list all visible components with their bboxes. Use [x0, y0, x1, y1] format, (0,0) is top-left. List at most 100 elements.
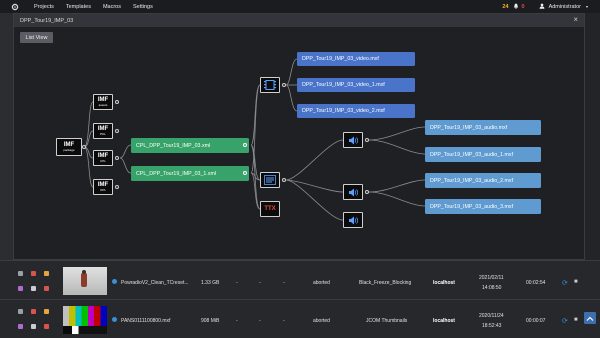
col-value: - [283, 318, 285, 324]
top-nav-bar: Projects Templates Macros Settings 24 0 … [0, 0, 600, 13]
node-sublabel: assets [98, 103, 108, 107]
warning-count-badge[interactable]: 24 [502, 4, 508, 10]
audio-file-node[interactable]: DPP_Tour19_IMP_03_audio.mxf [425, 120, 541, 135]
file-icon[interactable] [18, 271, 23, 276]
expand-toggle[interactable] [115, 129, 119, 133]
image-icon[interactable] [18, 286, 23, 291]
expand-toggle[interactable] [243, 143, 247, 147]
col-value: - [259, 280, 261, 286]
file-name[interactable]: PowradioV2_Clean_TCreset... [121, 280, 189, 286]
host: localhost [433, 318, 455, 324]
user-menu[interactable]: Administrator [549, 4, 581, 10]
video-file-label: DPP_Tour19_IMP_03_video.mxf [302, 56, 379, 62]
speaker-icon[interactable] [343, 212, 363, 228]
video-file-node[interactable]: DPP_Tour19_IMP_03_video_2.mxf [297, 104, 415, 118]
imf-assets-node[interactable]: IMF assets [93, 94, 113, 110]
table-row[interactable]: PowradioV2_Clean_TCreset... 1.33 GB - - … [0, 260, 600, 299]
alert-count-badge[interactable]: 0 [522, 4, 525, 10]
expand-toggle[interactable] [115, 156, 119, 160]
video-file-node[interactable]: DPP_Tour19_IMP_03_video_1.mxf [297, 78, 415, 92]
workflow: JCOM Thumbnails [366, 318, 408, 324]
file-size: 908 MiB [201, 318, 220, 324]
imf-cpl-node[interactable]: IMF CPL [93, 150, 113, 166]
expand-toggle[interactable] [115, 185, 119, 189]
video-file-node[interactable]: DPP_Tour19_IMP_03_video.mxf [297, 52, 415, 66]
pdf-icon[interactable] [31, 271, 36, 276]
info-icon[interactable] [112, 317, 117, 322]
audio-file-node[interactable]: DPP_Tour19_IMP_03_audio_3.mxf [425, 199, 541, 214]
status: aborted [313, 280, 330, 286]
video-file-label: DPP_Tour19_IMP_03_video_2.mxf [302, 108, 385, 114]
refresh-icon[interactable]: ⟳ [562, 279, 568, 287]
color-bars-thumbnail[interactable] [63, 306, 107, 334]
cpl-label: CPL_DPP_Tour19_IMP_03_1.xml [136, 170, 217, 177]
expand-toggle[interactable] [365, 190, 369, 194]
nav-projects[interactable]: Projects [34, 4, 54, 10]
expand-toggle[interactable] [82, 145, 86, 149]
cpl-node[interactable]: CPL_DPP_Tour19_IMP_03.xml [131, 138, 249, 153]
subtitle-icon[interactable] [260, 172, 280, 188]
file-size: 1.33 GB [201, 280, 220, 286]
node-sublabel: CPL [100, 159, 106, 163]
xml-icon[interactable] [44, 286, 49, 291]
file-icon[interactable] [18, 309, 23, 314]
video-thumbnail[interactable] [63, 267, 107, 295]
delete-icon[interactable]: ■ [574, 317, 578, 323]
chevron-down-icon[interactable]: ▾ [586, 4, 588, 9]
mail-icon[interactable] [31, 286, 36, 291]
col-value: - [283, 280, 285, 286]
table-row[interactable]: PANS0111100800.mxf 908 MiB - - - aborted… [0, 299, 600, 338]
time: 18:52:43 [482, 323, 502, 329]
info-icon[interactable] [112, 279, 117, 284]
col-value: - [236, 280, 238, 286]
duration: 00:02:54 [526, 280, 546, 286]
col-value: - [259, 318, 261, 324]
mail-icon[interactable] [31, 324, 36, 329]
delete-icon[interactable]: ■ [574, 279, 578, 285]
node-sublabel: package [63, 148, 75, 152]
xml-icon[interactable] [44, 324, 49, 329]
time: 14:08:50 [482, 285, 502, 291]
audio-file-label: DPP_Tour19_IMP_03_audio_3.mxf [430, 203, 514, 210]
duration: 00:00:07 [526, 318, 546, 324]
refresh-icon[interactable]: ⟳ [562, 317, 568, 325]
imf-pkl-node[interactable]: IMF PKL [93, 123, 113, 139]
imf-opl-node[interactable]: IMF OPL [93, 179, 113, 195]
right-scroll-area [585, 13, 600, 260]
pdf-icon[interactable] [31, 309, 36, 314]
status: aborted [313, 318, 330, 324]
imf-package-node[interactable]: IMF package [56, 138, 82, 156]
doc-icon[interactable] [44, 271, 49, 276]
scroll-to-top-button[interactable] [584, 312, 596, 324]
audio-file-label: DPP_Tour19_IMP_03_audio.mxf [430, 124, 508, 131]
audio-file-node[interactable]: DPP_Tour19_IMP_03_audio_2.mxf [425, 173, 541, 188]
bell-icon[interactable] [513, 3, 519, 11]
node-sublabel: OPL [99, 188, 106, 192]
nav-templates[interactable]: Templates [66, 4, 91, 10]
nav-settings[interactable]: Settings [133, 4, 153, 10]
node-sublabel: PKL [100, 132, 106, 136]
date: 2020/11/24 [479, 313, 504, 319]
audio-file-label: DPP_Tour19_IMP_03_audio_1.mxf [430, 151, 514, 158]
date: 2021/02/11 [479, 275, 504, 281]
ttx-node[interactable]: TTX [260, 201, 280, 217]
expand-toggle[interactable] [243, 171, 247, 175]
expand-toggle[interactable] [115, 100, 119, 104]
cpl-node[interactable]: CPL_DPP_Tour19_IMP_03_1.xml [131, 166, 249, 181]
col-value: - [236, 318, 238, 324]
expand-toggle[interactable] [282, 83, 286, 87]
doc-icon[interactable] [44, 309, 49, 314]
expand-toggle[interactable] [282, 178, 286, 182]
gear-logo-icon[interactable] [10, 2, 20, 12]
user-icon[interactable] [539, 3, 545, 11]
speaker-icon[interactable] [343, 184, 363, 200]
package-modal: DPP_Tour19_IMP_03 × List View IMF packag… [13, 13, 585, 260]
nav-macros[interactable]: Macros [103, 4, 121, 10]
file-name[interactable]: PANS0111100800.mxf [121, 318, 170, 324]
speaker-icon[interactable] [343, 132, 363, 148]
package-graph: IMF package IMF assets IMF PKL IMF CPL I… [14, 14, 586, 261]
audio-file-node[interactable]: DPP_Tour19_IMP_03_audio_1.mxf [425, 147, 541, 162]
image-icon[interactable] [18, 324, 23, 329]
expand-toggle[interactable] [365, 138, 369, 142]
film-icon[interactable] [260, 77, 280, 93]
